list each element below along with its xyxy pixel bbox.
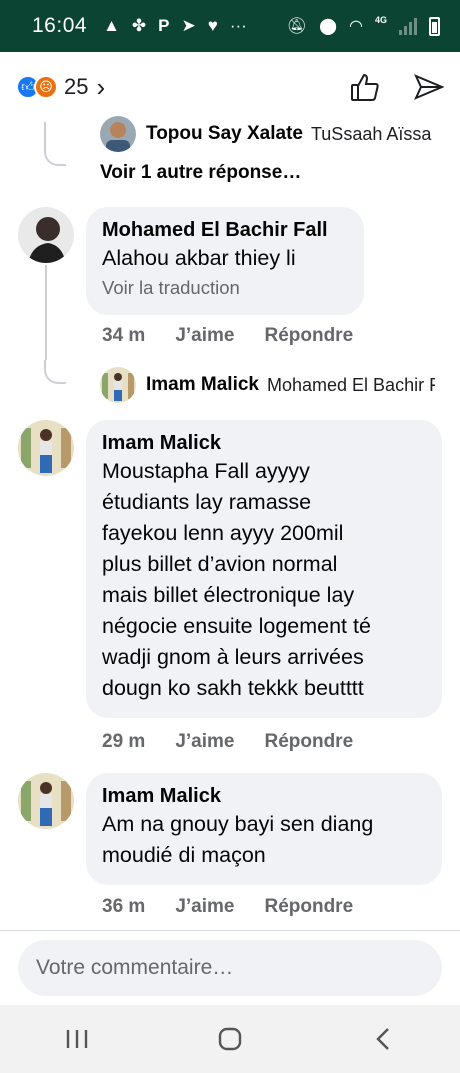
reaction-summary[interactable]: 👍︎ ☹ 25 › [16, 72, 105, 103]
status-system-icons: 🔕︎ ⬤ ◠ 4G [286, 15, 440, 36]
location-icon: ⬤ [319, 18, 338, 35]
reply-author: Imam Malick [146, 374, 259, 395]
telegram-icon: ➤ [181, 16, 196, 35]
comment-time: 29 m [102, 731, 146, 752]
status-bar: 16:04 ▲ ✤ P ➤ ♥ ··· 🔕︎ ⬤ ◠ 4G [0, 0, 460, 52]
send-icon [414, 74, 444, 100]
avatar [100, 116, 136, 152]
comment-author[interactable]: Imam Malick [102, 783, 426, 809]
thread-connector [44, 360, 66, 384]
status-notification-icons: ▲ ✤ P ➤ ♥ ··· [103, 16, 247, 36]
comment-bubble[interactable]: Imam Malick Moustapha Fall ayyyy étudian… [86, 420, 442, 718]
like-link[interactable]: J’aime [175, 325, 234, 347]
4g-label: 4G [374, 15, 387, 25]
reply-link[interactable]: Répondre [264, 731, 353, 753]
system-nav-bar [0, 1005, 460, 1073]
battery-icon [429, 16, 440, 36]
comment-text-line: fayekou lenn ayyy 200mil [102, 521, 344, 545]
like-link[interactable]: J’aime [175, 731, 234, 753]
translate-link[interactable]: Voir la traduction [102, 274, 348, 302]
signal-icon [399, 17, 417, 35]
home-icon [218, 1027, 242, 1051]
thumbs-up-icon [351, 73, 379, 101]
more-icon: ··· [229, 16, 247, 35]
comment-text-line: dougn ko sakh tekkk beutttt [102, 676, 364, 700]
back-icon [376, 1028, 390, 1050]
back-button[interactable] [353, 1014, 413, 1064]
comment-time: 36 m [102, 896, 146, 917]
comment-text-line: wadji gnom à leurs arrivées [102, 645, 364, 669]
thread-line [45, 265, 47, 360]
comment-bubble[interactable]: Imam Malick Am na gnouy bayi sen diang m… [86, 773, 442, 885]
home-button[interactable] [200, 1014, 260, 1064]
comment-text-line: mais billet électronique lay [102, 583, 355, 607]
comment-input[interactable]: Votre commentaire… [18, 940, 442, 996]
comment-text-line: Moustapha Fall ayyyy [102, 459, 310, 483]
comment-composer-bar: Votre commentaire… [0, 930, 460, 1005]
fan-icon: ✤ [131, 16, 147, 35]
comment-text-line: négocie ensuite logement té [102, 614, 371, 638]
warning-icon: ▲ [103, 16, 120, 35]
avatar[interactable] [18, 420, 74, 476]
comment-author[interactable]: Mohamed El Bachir Fall [102, 217, 348, 243]
reply-preview[interactable]: Imam Malick Mohamed El Bachir Fall [100, 367, 435, 403]
comment-actions: 29 m J’aime Répondre [102, 731, 353, 753]
reply-author: Topou Say Xalate [146, 123, 303, 144]
p-icon: P [158, 16, 170, 35]
reply-link[interactable]: Répondre [264, 325, 353, 347]
avatar[interactable] [18, 207, 74, 263]
like-button[interactable] [350, 72, 380, 102]
comment-text-line: moudié di maçon [102, 843, 266, 867]
heart-icon: ♥ [207, 16, 218, 35]
comment-actions: 34 m J’aime Répondre [102, 325, 353, 347]
avatar[interactable] [18, 773, 74, 829]
angry-icon: ☹ [34, 75, 58, 99]
thread-connector [44, 122, 66, 166]
comment-bubble[interactable]: Mohamed El Bachir Fall Alahou akbar thie… [86, 207, 364, 315]
reaction-count: 25 [64, 74, 89, 99]
comment-text-line: Am na gnouy bayi sen diang [102, 812, 374, 836]
status-time: 16:04 [32, 14, 88, 37]
avatar [100, 367, 136, 403]
comment-actions: 36 m J’aime Répondre [102, 896, 353, 918]
mute-icon: 🔕︎ [286, 18, 308, 35]
more-replies-link[interactable]: Voir 1 autre réponse… [100, 162, 301, 184]
reply-snippet: Mohamed El Bachir Fall [267, 374, 435, 395]
chevron-right-icon: › [96, 71, 106, 102]
comment-time: 34 m [102, 325, 146, 346]
wifi-icon: ◠ [349, 18, 363, 35]
reactions-header: 👍︎ ☹ 25 › [0, 52, 460, 122]
share-button[interactable] [414, 73, 444, 101]
recent-apps-button[interactable] [47, 1014, 107, 1064]
comment-text: Alahou akbar thiey li [102, 246, 296, 270]
comment-author[interactable]: Imam Malick [102, 430, 426, 456]
recent-apps-icon [66, 1030, 87, 1048]
comment-text-line: étudiants lay ramasse [102, 490, 312, 514]
comment-text-line: plus billet d’avion normal [102, 552, 338, 576]
reply-link[interactable]: Répondre [264, 896, 353, 918]
like-link[interactable]: J’aime [175, 896, 234, 918]
reply-snippet: TuSsaah Aïssa [310, 123, 432, 144]
reply-preview[interactable]: Topou Say Xalate TuSsaah Aïssa [100, 116, 450, 152]
